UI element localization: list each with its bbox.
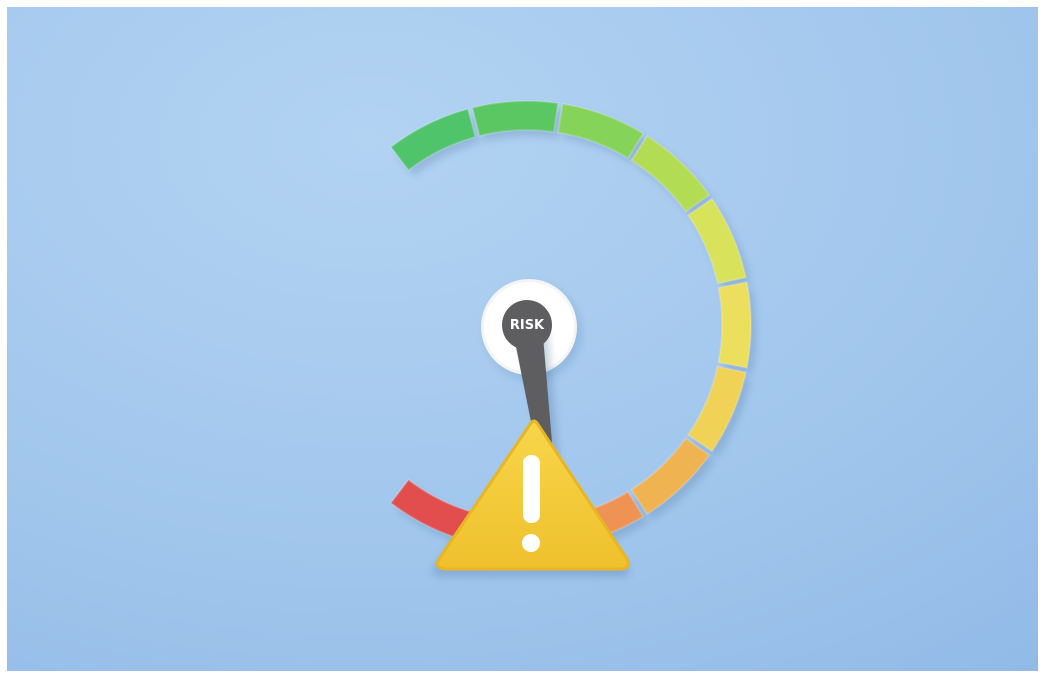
gauge-segment	[718, 282, 751, 368]
exclamation-bar	[523, 455, 540, 523]
image-frame: RISK !	[7, 7, 1038, 671]
exclamation-dot	[522, 534, 540, 552]
risk-meter-illustration: RISK !	[7, 7, 1038, 671]
risk-label: RISK	[510, 318, 545, 333]
